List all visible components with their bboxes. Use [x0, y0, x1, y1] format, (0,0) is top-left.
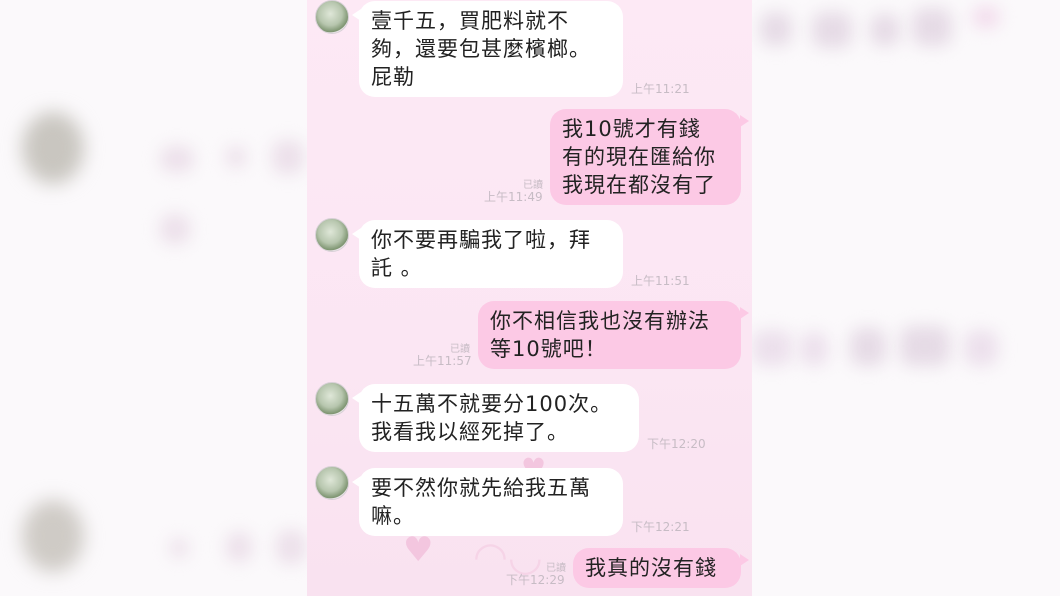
message-timestamp: 下午12:29 — [506, 573, 565, 587]
message-text: 壹千五，買肥料就不 — [371, 9, 569, 33]
message-text: 你不要再騙我了啦，拜 — [371, 228, 591, 252]
blurred-text — [760, 12, 792, 46]
message-text: 你不相信我也沒有辦法 — [490, 309, 710, 333]
message-text: 我真的沒有錢 — [585, 556, 717, 580]
blurred-left-panel — [0, 0, 307, 596]
incoming-message-bubble: 你不要再騙我了啦，拜 託 。 — [352, 220, 623, 288]
blurred-text — [964, 330, 998, 366]
blurred-text — [272, 140, 304, 174]
blurred-text — [870, 14, 900, 46]
contact-avatar[interactable] — [315, 0, 349, 34]
message-timestamp: 上午11:57 — [413, 354, 472, 368]
message-text: 十五萬不就要分100次。 — [371, 392, 613, 416]
blurred-text — [850, 328, 886, 366]
blurred-right-panel — [752, 0, 1060, 596]
blurred-text — [800, 332, 828, 366]
message-timestamp: 上午11:21 — [631, 82, 690, 96]
message-timestamp: 上午11:51 — [631, 274, 690, 288]
message-timestamp: 下午12:21 — [631, 520, 690, 534]
incoming-message-bubble: 十五萬不就要分100次。 我看我以經死掉了。 — [352, 384, 639, 452]
message-text: 等10號吧！ — [490, 337, 607, 361]
blurred-text — [912, 8, 952, 46]
blurred-text — [972, 6, 1000, 28]
blurred-text — [812, 12, 852, 48]
blurred-avatar — [22, 500, 84, 572]
message-text: 我現在都沒有了 — [562, 173, 716, 197]
chat-panel[interactable]: ♥ ♥ ◠◡ 壹千五，買肥料就不 夠，還要包甚麼檳榔。 屁勒 上午11:21 已… — [307, 0, 752, 596]
blurred-text — [160, 214, 190, 244]
incoming-message-bubble: 壹千五，買肥料就不 夠，還要包甚麼檳榔。 屁勒 — [352, 1, 623, 97]
message-text: 屁勒 — [371, 65, 415, 89]
incoming-message-bubble: 要不然你就先給我五萬 嘛。 — [352, 468, 623, 536]
blurred-text — [900, 326, 950, 366]
contact-avatar[interactable] — [315, 466, 349, 500]
message-text: 我10號才有錢 — [562, 117, 701, 141]
blurred-text — [752, 330, 792, 366]
contact-avatar[interactable] — [315, 382, 349, 416]
blurred-text — [170, 538, 188, 558]
message-timestamp: 下午12:20 — [647, 437, 706, 451]
blurred-text — [276, 530, 306, 564]
message-text: 要不然你就先給我五萬 — [371, 476, 591, 500]
outgoing-message-bubble: 我10號才有錢 有的現在匯給你 我現在都沒有了 — [550, 109, 749, 205]
contact-avatar[interactable] — [315, 218, 349, 252]
message-text: 我看我以經死掉了。 — [371, 420, 569, 444]
blurred-text — [226, 146, 246, 168]
message-text: 有的現在匯給你 — [562, 145, 716, 169]
message-text: 夠，還要包甚麼檳榔。 — [371, 37, 591, 61]
blurred-text — [160, 146, 194, 172]
outgoing-message-bubble: 我真的沒有錢 — [573, 548, 749, 588]
message-text: 託 。 — [371, 256, 423, 280]
message-timestamp: 上午11:49 — [484, 190, 543, 204]
blurred-avatar — [22, 112, 84, 184]
heart-icon: ♥ — [403, 530, 434, 570]
message-text: 嘛。 — [371, 504, 415, 528]
outgoing-message-bubble: 你不相信我也沒有辦法 等10號吧！ — [478, 301, 749, 369]
blurred-text — [226, 532, 252, 562]
